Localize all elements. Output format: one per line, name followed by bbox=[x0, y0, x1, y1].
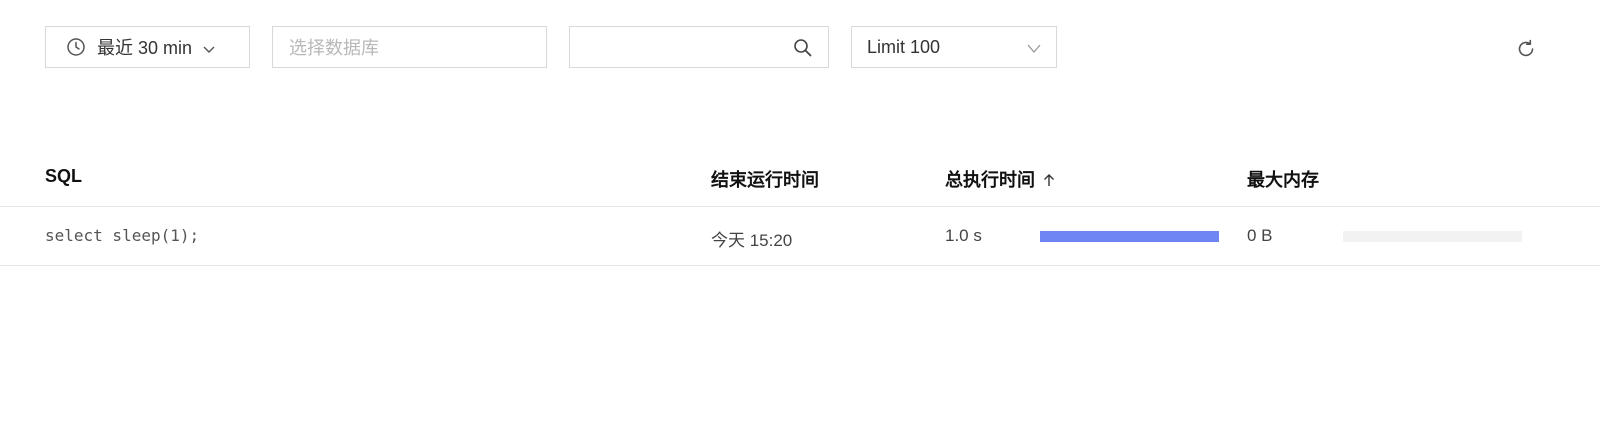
database-select[interactable]: 选择数据库 bbox=[272, 26, 547, 68]
time-range-label: 最近 30 min bbox=[97, 38, 193, 58]
total-time-bar-fill bbox=[1040, 231, 1219, 242]
column-header-max-memory[interactable]: 最大内存 bbox=[1247, 166, 1319, 192]
total-time-cell: 1.0 s bbox=[945, 226, 982, 245]
filter-toolbar: 最近 30 min 选择数据库 Limit 100 bbox=[0, 26, 1600, 70]
table-header: SQL 结束运行时间 总执行时间 最大内存 bbox=[0, 150, 1600, 207]
search-icon[interactable] bbox=[793, 38, 812, 57]
max-memory-cell: 0 B bbox=[1247, 226, 1273, 245]
sort-ascending-icon bbox=[1041, 172, 1057, 188]
refresh-icon[interactable] bbox=[1515, 38, 1537, 60]
chevron-down-icon bbox=[1026, 40, 1042, 56]
column-header-end-time[interactable]: 结束运行时间 bbox=[711, 166, 819, 192]
max-memory-bar bbox=[1343, 231, 1522, 242]
end-time-cell: 今天 15:20 bbox=[711, 231, 793, 250]
search-input[interactable] bbox=[569, 26, 829, 68]
column-header-total-time-label: 总执行时间 bbox=[945, 170, 1035, 190]
column-header-total-time[interactable]: 总执行时间 bbox=[945, 166, 1057, 192]
total-time-bar bbox=[1040, 231, 1219, 242]
limit-select[interactable]: Limit 100 bbox=[851, 26, 1057, 68]
time-range-selector[interactable]: 最近 30 min bbox=[45, 26, 250, 68]
database-placeholder: 选择数据库 bbox=[289, 38, 379, 58]
column-header-sql[interactable]: SQL bbox=[45, 166, 82, 187]
chevron-down-icon bbox=[202, 40, 216, 54]
sql-cell: select sleep(1); bbox=[45, 226, 200, 245]
clock-icon bbox=[66, 37, 86, 57]
limit-label: Limit 100 bbox=[867, 36, 941, 57]
table-row[interactable]: select sleep(1); 今天 15:20 1.0 s 0 B bbox=[0, 207, 1600, 266]
